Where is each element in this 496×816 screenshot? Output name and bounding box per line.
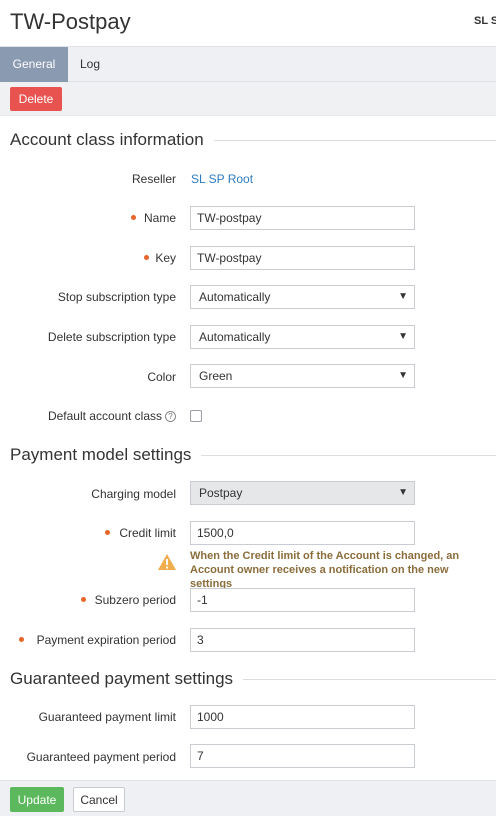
- delete-subscription-label: Delete subscription type: [47, 330, 176, 344]
- section-title-guaranteed-payment: Guaranteed payment settings: [10, 669, 244, 689]
- header-user-name[interactable]: SL SP Root: [474, 15, 496, 27]
- key-label: Key: [155, 251, 176, 265]
- credit-limit-field[interactable]: [190, 521, 415, 545]
- default-account-class-checkbox[interactable]: [190, 410, 202, 422]
- page-header: TW-Postpay SL SP Root: [0, 0, 496, 46]
- reseller-label: Reseller: [131, 172, 176, 186]
- warning-icon: [158, 554, 176, 570]
- guaranteed-period-label: Guaranteed payment period: [26, 750, 176, 764]
- guaranteed-limit-field[interactable]: [190, 705, 415, 729]
- required-indicator: [131, 215, 136, 220]
- credit-limit-warning: When the Credit limit of the Account is …: [190, 550, 460, 590]
- guaranteed-period-field[interactable]: [190, 744, 415, 768]
- subzero-period-label: Subzero period: [94, 593, 176, 607]
- default-account-class-label: Default account class?: [48, 409, 176, 423]
- chevron-down-icon: ▼: [398, 291, 408, 302]
- required-indicator: [105, 530, 110, 535]
- payment-expiration-field[interactable]: [190, 628, 415, 652]
- reseller-link[interactable]: SL SP Root: [191, 172, 253, 186]
- charging-model-value: Postpay: [199, 486, 243, 500]
- delete-button[interactable]: Delete: [10, 87, 62, 111]
- delete-subscription-select[interactable]: Automatically ▼: [190, 325, 415, 349]
- tab-bar: General Log: [0, 46, 496, 82]
- color-value: Green: [199, 369, 233, 383]
- stop-subscription-label: Stop subscription type: [57, 290, 176, 304]
- stop-subscription-value: Automatically: [199, 290, 271, 304]
- required-indicator: [81, 597, 86, 602]
- chevron-down-icon: ▼: [398, 487, 408, 498]
- name-field[interactable]: [190, 206, 415, 230]
- tab-log[interactable]: Log: [70, 47, 110, 82]
- toolbar: Delete: [0, 82, 496, 116]
- section-title-account-class: Account class information: [10, 130, 214, 150]
- guaranteed-limit-label: Guaranteed payment limit: [38, 710, 176, 724]
- credit-limit-label: Credit limit: [119, 526, 176, 540]
- update-button[interactable]: Update: [10, 787, 64, 812]
- stop-subscription-select[interactable]: Automatically ▼: [190, 285, 415, 309]
- required-indicator: [19, 637, 24, 642]
- subzero-period-field[interactable]: [190, 588, 415, 612]
- payment-expiration-label: Payment expiration period: [36, 633, 176, 647]
- chevron-down-icon: ▼: [398, 331, 408, 342]
- default-account-class-text: Default account class: [47, 409, 162, 423]
- required-indicator: [144, 255, 149, 260]
- color-select[interactable]: Green ▼: [190, 364, 415, 388]
- delete-subscription-value: Automatically: [199, 330, 271, 344]
- color-label: Color: [147, 370, 176, 384]
- cancel-button[interactable]: Cancel: [73, 787, 125, 812]
- key-field[interactable]: [190, 246, 415, 270]
- page-title: TW-Postpay: [10, 9, 131, 34]
- charging-model-select[interactable]: Postpay ▼: [190, 481, 415, 505]
- form-footer: Update Cancel: [0, 780, 496, 816]
- tab-general[interactable]: General: [0, 47, 68, 82]
- chevron-down-icon: ▼: [398, 370, 408, 381]
- section-title-payment-model: Payment model settings: [10, 445, 202, 465]
- help-icon[interactable]: ?: [165, 411, 176, 423]
- charging-model-label: Charging model: [91, 487, 176, 501]
- name-label: Name: [143, 211, 176, 225]
